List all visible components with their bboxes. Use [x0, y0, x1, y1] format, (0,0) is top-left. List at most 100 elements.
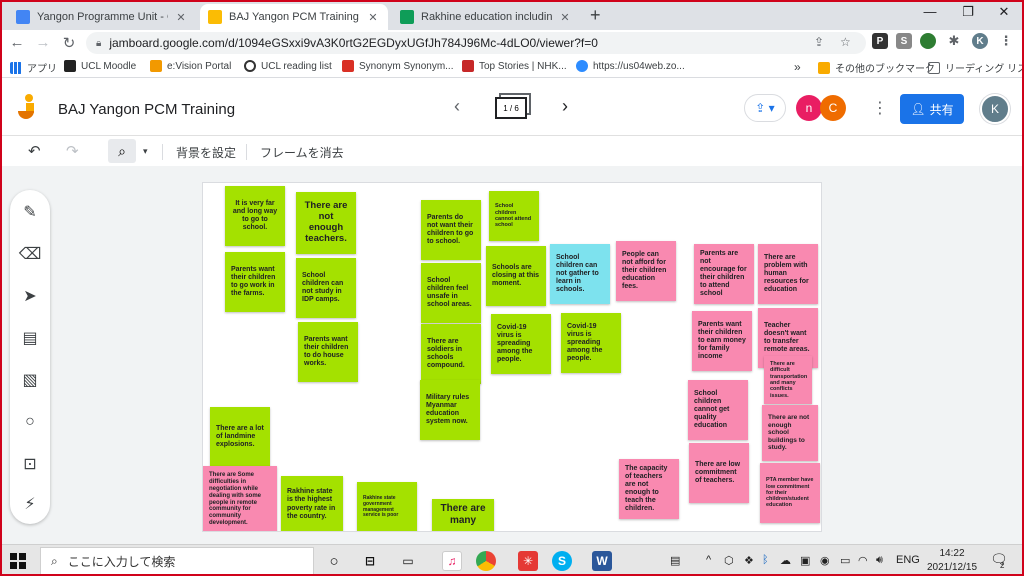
share-page-icon[interactable]: ⇪	[814, 35, 824, 49]
browser-menu-icon[interactable]: ⋮	[998, 33, 1014, 49]
wifi-icon[interactable]: ◠	[858, 554, 868, 567]
bookmark-nhk[interactable]: Top Stories | NHK...	[462, 60, 567, 72]
present-button[interactable]: ⇪ ▾	[744, 94, 786, 122]
collaborator-avatar[interactable]: C	[820, 95, 846, 121]
cortana-icon[interactable]: ○	[324, 551, 344, 571]
more-options-icon[interactable]: ⋮	[872, 98, 888, 118]
volume-icon[interactable]: 🔊︎	[876, 554, 883, 567]
profile-avatar[interactable]: K	[972, 33, 988, 49]
sticky-note[interactable]: Parents want their children to do house …	[298, 322, 358, 382]
bookmark-ucl-moodle[interactable]: UCL Moodle	[64, 60, 136, 72]
sticky-note[interactable]: There are not enough teachers.	[296, 192, 356, 254]
previous-frame-icon[interactable]: ‹	[454, 96, 460, 117]
skype-icon[interactable]: S	[552, 551, 572, 571]
extension-s-icon[interactable]: S	[896, 33, 912, 49]
back-arrow-icon[interactable]: ←	[8, 34, 26, 51]
share-button[interactable]: 👤︎ 共有	[900, 94, 964, 124]
sticky-note[interactable]: Parents want their children to earn mone…	[692, 311, 752, 371]
app-tray-icon[interactable]: ◉	[820, 554, 830, 567]
board-title[interactable]: BAJ Yangon PCM Training	[58, 101, 235, 118]
extension-green-icon[interactable]	[920, 33, 936, 49]
sticky-note[interactable]: Covid-19 virus is spreading among the pe…	[561, 313, 621, 373]
bluetooth-icon[interactable]: ᛒ	[762, 554, 769, 566]
jamboard-canvas[interactable]: It is very far and long way to go to sch…	[202, 182, 822, 532]
pen-icon[interactable]: ✎	[20, 202, 40, 222]
bookmark-other[interactable]: その他のブックマーク	[818, 60, 935, 75]
close-tab-icon[interactable]: ✕	[558, 11, 572, 24]
tab-rakhine-education[interactable]: Rakhine education including DRM ✕	[392, 4, 580, 30]
sticky-note-icon[interactable]: ▤	[20, 328, 40, 348]
bookmark-apps[interactable]: アプリ	[10, 60, 57, 75]
sticky-note[interactable]: Rakhine state government management serv…	[357, 482, 417, 531]
image-icon[interactable]: ▧	[20, 370, 40, 390]
laser-icon[interactable]: ⚡︎	[20, 494, 40, 514]
collaborator-avatar[interactable]: n	[796, 95, 822, 121]
bookmark-synonym[interactable]: Synonym Synonym...	[342, 60, 453, 72]
extension-p-icon[interactable]: P	[872, 33, 888, 49]
next-frame-icon[interactable]: ›	[562, 96, 568, 117]
sticky-note[interactable]: Parents are not encourage for their chil…	[694, 244, 754, 304]
text-box-icon[interactable]: ⊡	[20, 454, 40, 474]
sticky-note[interactable]: Parents do not want their children to go…	[421, 200, 481, 260]
address-bar[interactable]: 🔒︎ jamboard.google.com/d/1094eGSxxi9vA3K…	[86, 32, 866, 54]
close-tab-icon[interactable]: ✕	[366, 11, 380, 24]
eraser-icon[interactable]: ⌫	[19, 244, 42, 264]
window-restore-icon[interactable]: ❐	[958, 4, 978, 20]
zoom-icon[interactable]: ⌕	[108, 139, 136, 163]
extensions-puzzle-icon[interactable]: ✱	[946, 33, 962, 49]
sticky-note[interactable]: The capacity of teachers are not enough …	[619, 459, 679, 519]
meet-now-icon[interactable]: ▣	[800, 554, 810, 567]
sticky-note[interactable]: There are Some difficulties in negotiati…	[203, 466, 277, 531]
sticky-note[interactable]: There are low commitment of teachers.	[689, 443, 749, 503]
sticky-note[interactable]: There are many	[432, 499, 494, 531]
tab-baj-yangon-pcm-training[interactable]: BAJ Yangon PCM Training - Goo ✕	[200, 4, 388, 30]
sticky-note[interactable]: School children can not study in IDP cam…	[296, 258, 356, 318]
zoom-dropdown-icon[interactable]: ▾	[143, 146, 148, 157]
bookmarks-overflow-icon[interactable]: »	[794, 60, 801, 74]
onedrive-icon[interactable]: ☁	[780, 554, 791, 567]
news-widget-icon[interactable]: ▤	[670, 554, 680, 567]
notification-center-icon[interactable]: 🗨︎	[990, 551, 1008, 568]
taskbar-search-box[interactable]: ⌕ ここに入力して検索	[40, 547, 314, 575]
sticky-note[interactable]: Parents want their children to go work i…	[225, 252, 285, 312]
sticky-note[interactable]: It is very far and long way to go to sch…	[225, 186, 285, 246]
sticky-note[interactable]: PTA member have low commitment for their…	[760, 463, 820, 523]
sticky-note[interactable]: School children cannot get quality educa…	[688, 380, 748, 440]
battery-icon[interactable]: ▭	[840, 554, 850, 567]
task-view-icon[interactable]: ⊟	[360, 551, 380, 571]
clear-frame-button[interactable]: フレームを消去	[260, 144, 344, 161]
windows-start-icon[interactable]	[10, 553, 26, 569]
tab-yangon-programme-unit[interactable]: Yangon Programme Unit - Goog ✕	[8, 4, 196, 30]
system-clock[interactable]: 14:22 2021/12/15	[926, 547, 978, 575]
sticky-note[interactable]: There are problem with human resources f…	[758, 244, 818, 304]
sticky-note[interactable]: Military rules Myanmar education system …	[420, 380, 480, 440]
frame-counter[interactable]: 1 / 6	[495, 97, 527, 119]
bookmark-evision-portal[interactable]: e:Vision Portal	[150, 60, 231, 72]
reload-icon[interactable]: ↻	[60, 34, 78, 52]
word-icon[interactable]: W	[592, 551, 612, 571]
itunes-icon[interactable]: ♫	[442, 551, 462, 571]
new-tab-icon[interactable]: +	[590, 5, 601, 26]
sticky-note[interactable]: There are difficult transportation and m…	[764, 356, 812, 404]
set-background-button[interactable]: 背景を設定	[176, 144, 236, 161]
undo-icon[interactable]: ↶	[28, 142, 41, 160]
app-icon[interactable]: ✳	[518, 551, 538, 571]
sticky-note[interactable]: Covid-19 virus is spreading among the pe…	[491, 314, 551, 374]
forward-arrow-icon[interactable]: →	[34, 34, 52, 51]
sticky-note[interactable]: School children cannot attend school	[489, 191, 539, 241]
user-avatar[interactable]: K	[980, 94, 1010, 124]
circle-shape-icon[interactable]: ○	[20, 412, 40, 432]
sticky-note[interactable]: School children feel unsafe in school ar…	[421, 263, 481, 323]
window-close-icon[interactable]: ✕	[994, 4, 1014, 20]
close-tab-icon[interactable]: ✕	[174, 11, 188, 24]
bookmark-star-icon[interactable]: ☆	[840, 35, 851, 49]
input-language[interactable]: ENG	[896, 554, 920, 566]
sticky-note[interactable]: School children can not gather to learn …	[550, 244, 610, 304]
sticky-note[interactable]: There are not enough school buildings to…	[762, 405, 818, 461]
tray-chevron-icon[interactable]: ^	[706, 554, 711, 566]
bookmark-reading-list[interactable]: リーディング リスト	[928, 60, 1024, 75]
dropbox-icon[interactable]: ❖	[744, 554, 754, 567]
sticky-note[interactable]: People can not afford for their children…	[616, 241, 676, 301]
sticky-note[interactable]: There are a lot of landmine explosions.	[210, 407, 270, 467]
redo-icon[interactable]: ↷	[66, 142, 79, 160]
